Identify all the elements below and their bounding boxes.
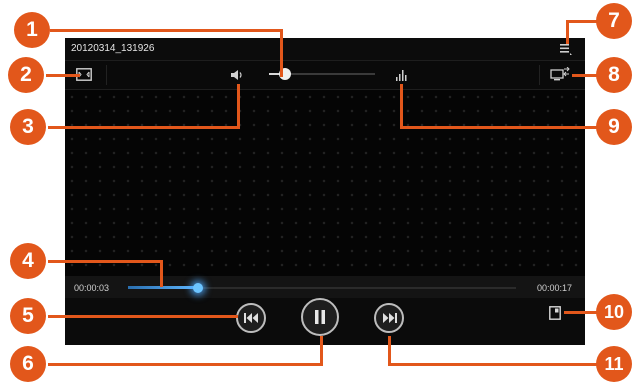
equalizer-icon[interactable] (395, 68, 409, 82)
callout-11: 11 (596, 346, 632, 382)
callout-line-9 (400, 84, 403, 129)
volume-icon[interactable] (230, 69, 244, 81)
progress-handle[interactable] (193, 283, 203, 293)
rewind-button[interactable] (236, 303, 266, 333)
callout-line-7 (566, 20, 600, 23)
callout-line-6 (48, 363, 322, 366)
callout-9: 9 (596, 109, 632, 145)
callout-8: 8 (596, 57, 632, 93)
menu-icon[interactable] (559, 43, 573, 56)
callout-2: 2 (8, 57, 44, 93)
total-duration: 00:00:17 (537, 283, 573, 293)
callout-5: 5 (10, 298, 46, 334)
pause-button[interactable] (301, 298, 339, 336)
title-bar: 20120314_131926 (65, 38, 585, 61)
callout-line-6 (320, 336, 323, 366)
top-toolbar (65, 61, 585, 90)
fast-forward-icon (383, 313, 397, 323)
callout-1: 1 (14, 12, 50, 48)
callout-7: 7 (596, 3, 632, 39)
callout-line-4 (48, 260, 162, 263)
toolbar-divider (106, 65, 107, 85)
callout-line-4 (160, 260, 163, 287)
screen-share-icon[interactable] (550, 67, 570, 82)
callout-line-3 (48, 126, 239, 129)
callout-6: 6 (10, 346, 46, 382)
callout-3: 3 (10, 109, 46, 145)
callout-line-1 (50, 29, 282, 32)
callout-line-7 (566, 20, 569, 44)
video-filename: 20120314_131926 (71, 43, 155, 54)
toolbar-divider (539, 65, 540, 85)
popup-player-icon[interactable] (549, 306, 561, 320)
callout-4: 4 (10, 243, 46, 279)
progress-fill (128, 286, 198, 289)
pause-icon (315, 310, 325, 324)
callout-10: 10 (596, 294, 632, 330)
elapsed-time: 00:00:03 (74, 283, 110, 293)
video-player-screen: 20120314_131926 00:00:03 00:00:17 (65, 38, 585, 345)
callout-line-9 (400, 126, 602, 129)
callout-line-11 (388, 336, 391, 366)
callout-line-3 (237, 84, 240, 129)
callout-line-11 (388, 363, 602, 366)
callout-line-1 (280, 29, 283, 77)
rewind-icon (244, 313, 258, 323)
callout-line-2 (46, 74, 80, 77)
callout-line-5 (48, 315, 238, 318)
fast-forward-button[interactable] (374, 303, 404, 333)
